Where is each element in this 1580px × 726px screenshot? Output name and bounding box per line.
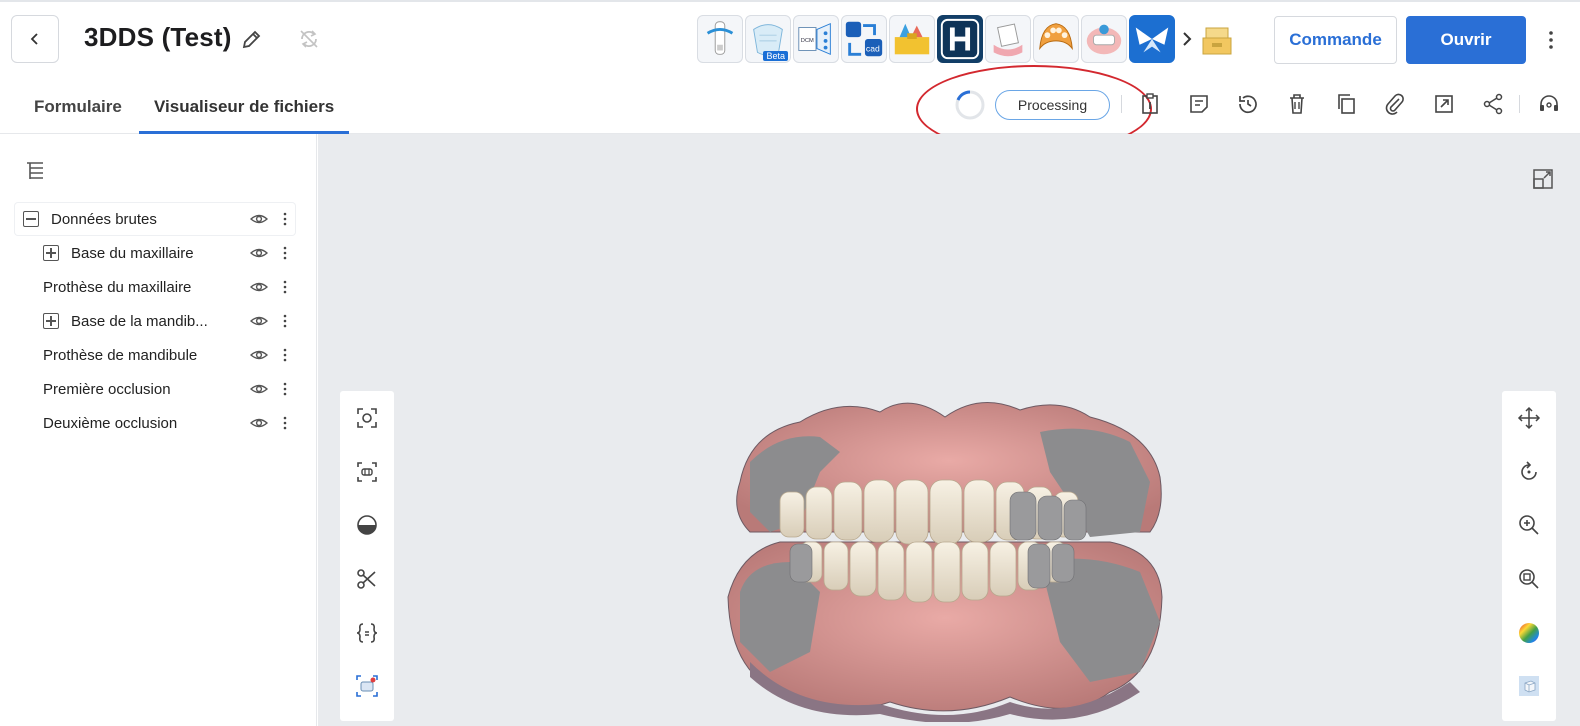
tree-item-label: Prothèse du maxillaire — [43, 278, 192, 296]
tree-item-base-maxillaire[interactable]: Base du maxillaire — [15, 237, 295, 269]
more-vertical-icon[interactable] — [283, 382, 287, 396]
svg-text:DCM: DCM — [801, 38, 814, 44]
status-badge: Processing — [995, 90, 1110, 120]
more-vertical-icon[interactable] — [283, 246, 287, 260]
scan-app-icon[interactable] — [697, 15, 743, 63]
dental-3d-model[interactable] — [710, 392, 1180, 722]
open-external-icon[interactable] — [1432, 92, 1456, 116]
scene-tree-panel: Données brutes Base du maxillaire Prothè… — [0, 134, 317, 726]
share-icon[interactable] — [1481, 92, 1505, 116]
beta-badge: Beta — [763, 51, 788, 61]
frame-teeth-icon[interactable] — [355, 460, 379, 484]
focus-view-icon[interactable] — [355, 406, 379, 430]
page-title: 3DDS (Test) — [84, 22, 232, 52]
note-icon[interactable] — [1187, 92, 1211, 116]
denture-app-icon[interactable] — [1033, 15, 1079, 63]
pan-move-icon[interactable] — [1517, 406, 1541, 430]
chevron-left-icon — [30, 33, 38, 45]
rotate-icon[interactable] — [1517, 460, 1541, 484]
zoom-fit-icon[interactable] — [1517, 567, 1541, 591]
eye-icon[interactable] — [250, 245, 268, 261]
tree-structure-icon[interactable] — [24, 160, 46, 182]
inbox-tray-icon[interactable] — [1200, 22, 1234, 58]
divider — [1519, 95, 1520, 113]
bite-app-icon[interactable] — [1081, 15, 1127, 63]
tree-item-prothese-maxillaire[interactable]: Prothèse du maxillaire — [15, 271, 295, 303]
ouvrir-button[interactable]: Ouvrir — [1406, 16, 1526, 64]
app-launcher-strip: Beta DCM cad — [697, 15, 1175, 65]
more-vertical-icon[interactable] — [1548, 30, 1554, 50]
tree-item-label: Base du maxillaire — [71, 244, 194, 262]
chevron-right-icon[interactable] — [1180, 28, 1194, 50]
tree-item-deuxieme-occlusion[interactable]: Deuxième occlusion — [15, 407, 295, 439]
3d-viewer[interactable] — [318, 134, 1580, 726]
more-vertical-icon[interactable] — [283, 416, 287, 430]
viewer-left-toolbar — [340, 391, 394, 721]
divider — [1121, 95, 1122, 113]
screenshot-capture-icon[interactable] — [355, 674, 379, 698]
loading-spinner-icon — [955, 90, 985, 120]
eye-icon[interactable] — [250, 313, 268, 329]
clipping-plane-icon[interactable] — [355, 513, 379, 537]
copy-icon[interactable] — [1334, 92, 1358, 116]
eye-icon[interactable] — [250, 381, 268, 397]
trash-icon[interactable] — [1285, 92, 1309, 116]
tab-formulaire[interactable]: Formulaire — [34, 80, 122, 133]
history-icon[interactable] — [1236, 92, 1260, 116]
viewer-right-toolbar — [1502, 391, 1556, 721]
tree-item-premiere-occlusion[interactable]: Première occlusion — [15, 373, 295, 405]
expand-view-icon[interactable] — [1532, 168, 1554, 190]
tree-item-label: Données brutes — [51, 210, 157, 228]
tree-item-label: Première occlusion — [43, 380, 171, 398]
collapse-icon[interactable] — [23, 211, 39, 227]
scissors-icon[interactable] — [355, 567, 379, 591]
tree-item-label: Deuxième occlusion — [43, 414, 178, 432]
tree-item-label: Base de la mandib... — [71, 312, 208, 330]
view-cube-icon[interactable] — [1517, 674, 1541, 698]
app-root: 3DDS (Test) Beta DCM cad Commande Ouvrir… — [0, 0, 1580, 726]
tree-item-base-mandibule[interactable]: Base de la mandib... — [15, 305, 295, 337]
more-vertical-icon[interactable] — [283, 280, 287, 294]
header: 3DDS (Test) Beta DCM cad Commande Ouvrir — [0, 2, 1580, 78]
butterfly-app-icon[interactable] — [1129, 15, 1175, 63]
commande-button[interactable]: Commande — [1274, 16, 1397, 64]
eye-icon[interactable] — [250, 347, 268, 363]
more-vertical-icon[interactable] — [283, 314, 287, 328]
color-map-icon[interactable] — [1517, 621, 1541, 645]
zoom-in-icon[interactable] — [1517, 513, 1541, 537]
tree-item-label: Prothèse de mandibule — [43, 346, 198, 364]
eye-icon[interactable] — [250, 415, 268, 431]
tab-visualiseur[interactable]: Visualiseur de fichiers — [139, 80, 350, 134]
expand-icon[interactable] — [43, 245, 59, 261]
tree-item-prothese-mandibule[interactable]: Prothèse de mandibule — [15, 339, 295, 371]
svg-text:cad: cad — [866, 43, 880, 53]
back-button[interactable] — [11, 15, 59, 63]
more-vertical-icon[interactable] — [283, 348, 287, 362]
cad-app-icon[interactable]: cad — [841, 15, 887, 63]
support-headset-icon[interactable] — [1537, 92, 1561, 116]
dicom-app-icon[interactable]: DCM — [793, 15, 839, 63]
measure-bracket-icon[interactable] — [355, 621, 379, 645]
crown-beta-app-icon[interactable]: Beta — [745, 15, 791, 63]
attachment-icon[interactable] — [1383, 92, 1407, 116]
h-app-icon[interactable] — [937, 15, 983, 63]
model-app-icon[interactable] — [985, 15, 1031, 63]
eye-icon[interactable] — [250, 211, 268, 227]
expand-icon[interactable] — [43, 313, 59, 329]
sync-disabled-icon — [300, 30, 318, 48]
tree-item-donnees-brutes[interactable]: Données brutes — [15, 203, 295, 235]
eye-icon[interactable] — [250, 279, 268, 295]
clipboard-info-icon[interactable] — [1138, 92, 1162, 116]
pencil-icon[interactable] — [240, 27, 264, 51]
toolbox-app-icon[interactable] — [889, 15, 935, 63]
more-vertical-icon[interactable] — [283, 212, 287, 226]
